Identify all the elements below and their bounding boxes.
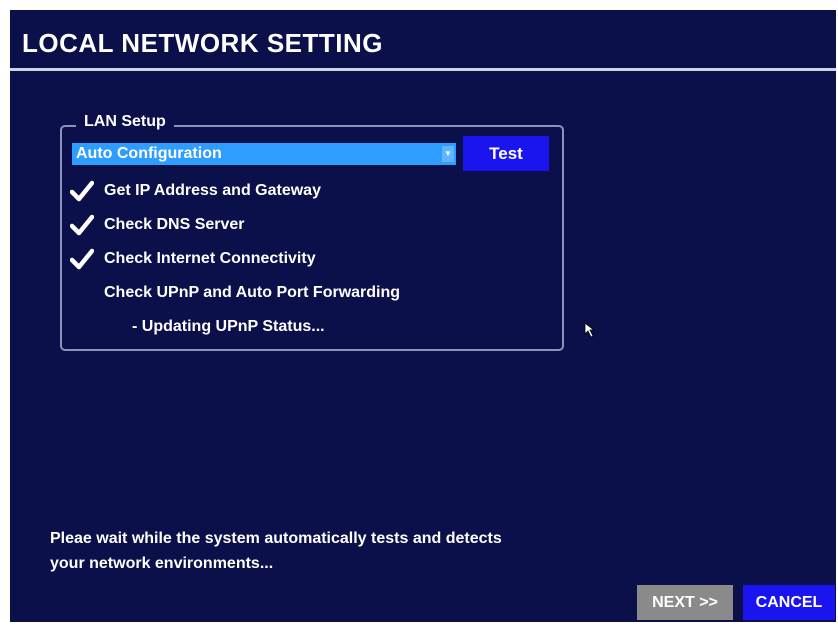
step-check-dns: Check DNS Server <box>104 216 245 233</box>
title-divider <box>10 68 836 71</box>
mouse-pointer-icon <box>584 322 596 338</box>
step-get-ip: Get IP Address and Gateway <box>104 182 321 199</box>
step-check-upnp: Check UPnP and Auto Port Forwarding <box>104 284 401 301</box>
step-upnp-status: - Updating UPnP Status... <box>132 318 325 335</box>
checkmark-icon <box>70 214 94 236</box>
configuration-select-value: Auto Configuration <box>76 145 222 162</box>
checkmark-icon <box>70 180 94 202</box>
lan-setup-legend: LAN Setup <box>76 113 174 131</box>
page-title: LOCAL NETWORK SETTING <box>22 28 384 58</box>
cancel-button[interactable]: CANCEL <box>743 585 835 620</box>
chevron-down-icon[interactable]: ▼ <box>442 146 454 162</box>
setup-screen: LOCAL NETWORK SETTING LAN Setup Auto Con… <box>10 10 836 622</box>
status-message-line-2: your network environments... <box>50 555 274 572</box>
test-button[interactable]: Test <box>463 136 549 171</box>
step-check-internet: Check Internet Connectivity <box>104 250 316 267</box>
configuration-select[interactable]: Auto Configuration ▼ <box>72 143 456 165</box>
checkmark-icon <box>70 248 94 270</box>
status-message-line-1: Pleae wait while the system automaticall… <box>50 530 502 547</box>
status-message: Pleae wait while the system automaticall… <box>50 526 750 576</box>
next-button[interactable]: NEXT >> <box>637 585 733 620</box>
